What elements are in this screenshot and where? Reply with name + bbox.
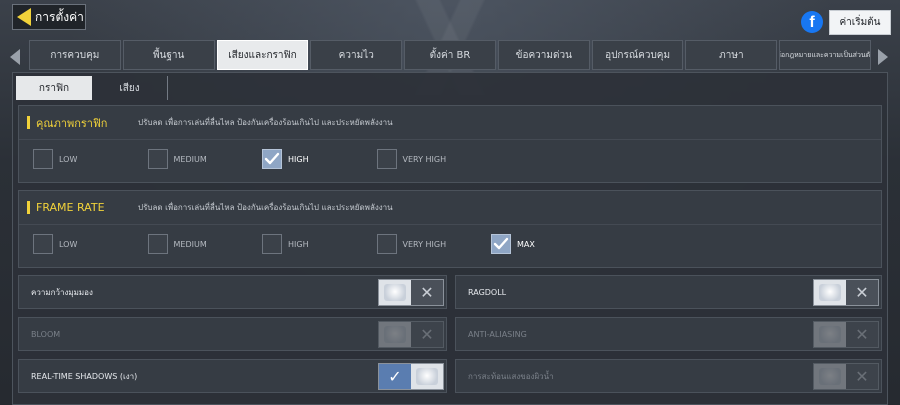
subtab-graphics[interactable]: กราฟิก [16,76,92,100]
option-label: HIGH [288,239,309,249]
section-accent-bar [27,116,30,129]
toggle-switch[interactable]: ✓ [378,363,444,390]
toggle-switch[interactable]: ✕ [813,279,879,306]
toggle-switch: ✕ [813,363,879,390]
graphics-quality-title: คุณภาพกราฟิก [36,116,108,130]
facebook-icon[interactable]: f [801,11,823,33]
graphics-quality-desc: ปรับลด เพื่อการเล่นที่ลื่นไหล ป้องกันเคร… [138,118,393,127]
x-icon: ✕ [420,283,434,302]
tab-4[interactable]: ตั้งค่า BR [404,40,496,70]
reset-default-button[interactable]: ค่าเริ่มต้น [829,10,891,35]
tab-0[interactable]: การควบคุม [29,40,121,70]
section-accent-bar [27,201,30,214]
toggle-knob [384,284,406,301]
option-label: LOW [59,239,78,249]
tab-1[interactable]: พื้นฐาน [122,40,215,70]
toggle-switch: ✕ [378,321,444,348]
toggle-label: RAGDOLL [468,287,507,297]
back-button[interactable]: การตั้งค่า [12,4,86,30]
tabs-scroll-left-icon[interactable] [10,49,20,65]
x-icon: ✕ [855,367,869,386]
toggle-knob [819,326,841,343]
toggle-knob [384,326,406,343]
page-title: การตั้งค่า [35,9,84,24]
x-icon: ✕ [420,325,434,344]
graphics-quality-options: LOW MEDIUM HIGH VERY HIGH [19,140,881,182]
toggle-label: ANTI-ALIASING [468,329,527,339]
checkbox[interactable] [33,234,53,254]
graphics-quality-section: คุณภาพกราฟิก ปรับลด เพื่อการเล่นที่ลื่นไ… [18,105,882,183]
back-arrow-icon [17,8,31,26]
option-label: HIGH [288,154,309,164]
toggle-row-left-0: ความกว้างมุมมอง ✕ [18,275,447,309]
toggle-label: REAL-TIME SHADOWS (เงา) [31,371,138,381]
checkbox[interactable] [376,149,397,169]
frame-rate-option-medium[interactable]: MEDIUM [147,234,207,254]
toggle-switch: ✕ [813,321,879,348]
check-icon[interactable] [262,149,282,169]
option-label: MEDIUM [173,154,207,164]
check-icon[interactable] [491,234,511,254]
option-label: LOW [59,154,78,164]
frame-rate-section: FRAME RATE ปรับลด เพื่อการเล่นที่ลื่นไหล… [18,190,882,268]
option-label: VERY HIGH [402,239,447,249]
frame-rate-option-high[interactable]: HIGH [262,234,309,254]
toggle-row-left-1: BLOOM ✕ [18,317,447,351]
checkbox[interactable] [33,149,53,169]
tabs-scroll-right-icon[interactable] [878,49,888,65]
toggle-label: BLOOM [31,329,61,339]
option-label: MEDIUM [173,239,207,249]
toggle-knob [819,368,841,385]
checkbox[interactable] [147,234,168,254]
toggle-label: ความกว้างมุมมอง [31,287,93,297]
settings-tabs: การควบคุม พื้นฐาน เสียงและกราฟิก ความไว ตั้ง… [29,40,872,70]
checkbox[interactable] [262,234,282,254]
frame-rate-option-max[interactable]: MAX [491,234,535,254]
option-label: VERY HIGH [402,154,447,164]
tab-2[interactable]: เสียงและกราฟิก [216,40,309,70]
toggle-knob [819,284,841,301]
graphics-quality-option-medium[interactable]: MEDIUM [147,149,207,169]
sub-tabs: กราฟิก เสียง [16,76,168,100]
toggle-knob [416,368,438,385]
tab-8[interactable]: ข้อกฎหมายและความเป็นส่วนตัว [779,40,872,70]
tab-5[interactable]: ข้อความด่วน [497,40,590,70]
x-icon: ✕ [855,325,869,344]
graphics-quality-option-very-high[interactable]: VERY HIGH [376,149,447,169]
tab-7[interactable]: ภาษา [685,40,778,70]
toggle-row-right-2: การสะท้อนแสงของผิวน้ำ ✕ [455,359,882,393]
checkbox[interactable] [147,149,168,169]
option-label: MAX [517,239,535,249]
subtab-audio[interactable]: เสียง [92,76,168,100]
toggle-row-right-0: RAGDOLL ✕ [455,275,882,309]
toggle-row-left-2: REAL-TIME SHADOWS (เงา) ✓ [18,359,447,393]
tab-6[interactable]: อุปกรณ์ควบคุม [591,40,684,70]
frame-rate-desc: ปรับลด เพื่อการเล่นที่ลื่นไหล ป้องกันเคร… [138,203,393,212]
frame-rate-option-low[interactable]: LOW [33,234,77,254]
frame-rate-option-very-high[interactable]: VERY HIGH [376,234,447,254]
frame-rate-options: LOW MEDIUM HIGH VERY HIGH MAX [19,225,881,267]
graphics-quality-option-high[interactable]: HIGH [262,149,309,169]
toggle-switch[interactable]: ✕ [378,279,444,306]
toggle-row-right-1: ANTI-ALIASING ✕ [455,317,882,351]
checkbox[interactable] [376,234,397,254]
frame-rate-header: FRAME RATE ปรับลด เพื่อการเล่นที่ลื่นไหล… [19,191,881,225]
tab-3[interactable]: ความไว [310,40,403,70]
x-icon: ✕ [855,283,869,302]
frame-rate-title: FRAME RATE [36,201,105,214]
toggle-label: การสะท้อนแสงของผิวน้ำ [468,371,554,381]
check-icon: ✓ [388,367,402,386]
graphics-quality-option-low[interactable]: LOW [33,149,77,169]
graphics-quality-header: คุณภาพกราฟิก ปรับลด เพื่อการเล่นที่ลื่นไ… [19,106,881,140]
